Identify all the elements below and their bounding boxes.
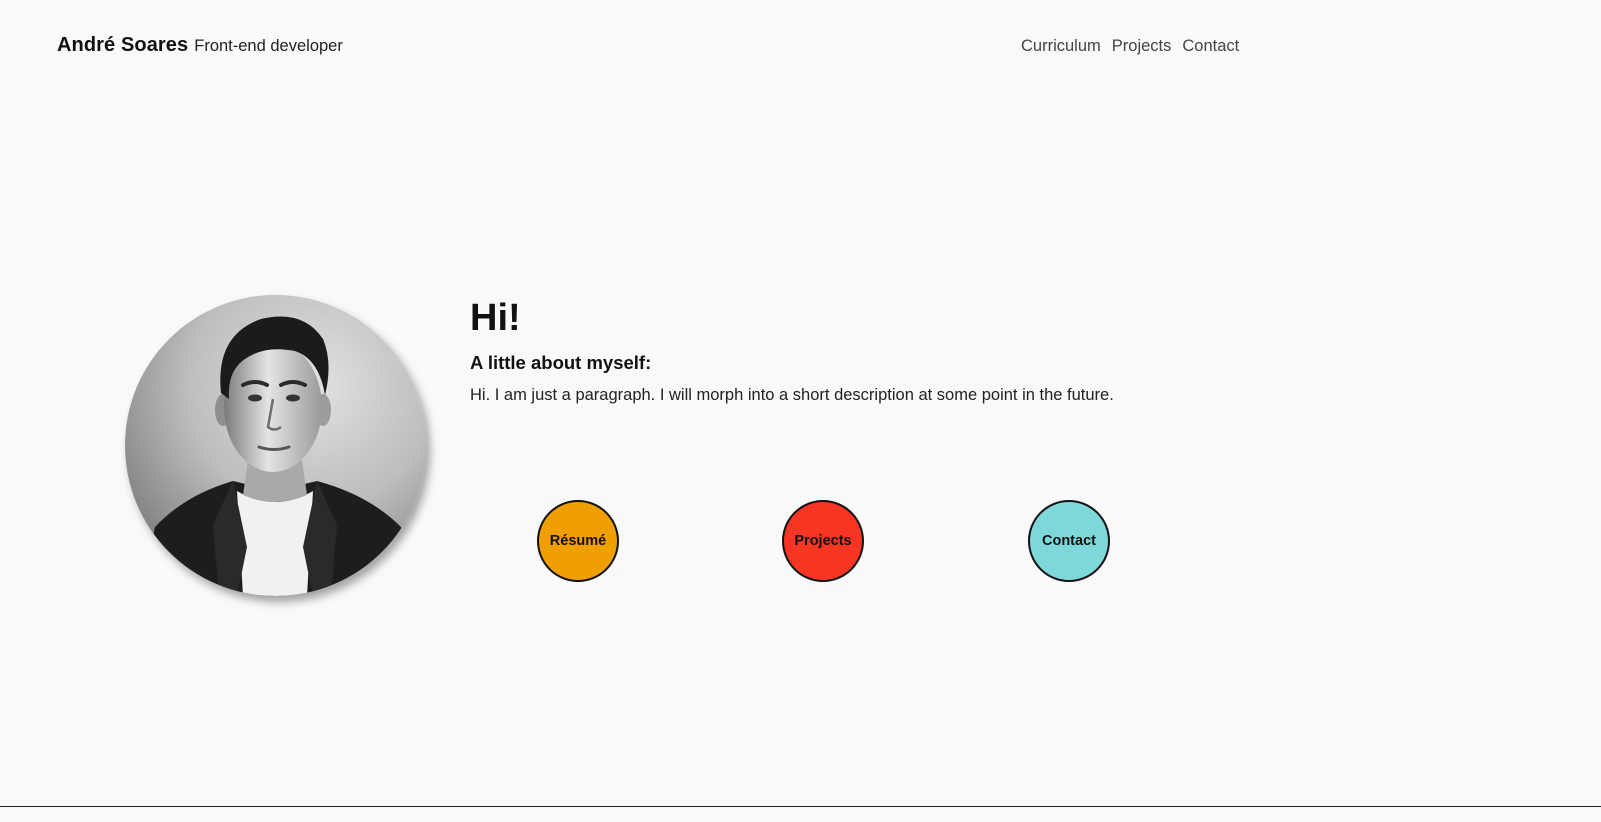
portrait-illustration [125, 295, 426, 596]
brand: André Soares Front-end developer [57, 34, 343, 57]
footer-divider [0, 806, 1601, 807]
nav-link-contact[interactable]: Contact [1182, 37, 1239, 56]
nav-link-projects[interactable]: Projects [1112, 37, 1172, 56]
about-heading: A little about myself: [470, 352, 652, 373]
about-description: Hi. I am just a paragraph. I will morph … [470, 386, 1114, 404]
contact-button[interactable]: Contact [1028, 500, 1110, 582]
top-nav: Curriculum Projects Contact [1021, 37, 1239, 56]
resume-button[interactable]: Résumé [537, 500, 619, 582]
site-header: André Soares Front-end developer Curricu… [0, 0, 1601, 92]
brand-role: Front-end developer [194, 37, 343, 55]
nav-link-curriculum[interactable]: Curriculum [1021, 37, 1101, 56]
profile-photo [125, 295, 426, 596]
brand-name: André Soares [57, 34, 189, 56]
greeting-heading: Hi! [470, 297, 521, 339]
intro-section: Hi! A little about myself: Hi. I am just… [470, 296, 1114, 405]
projects-button[interactable]: Projects [782, 500, 864, 582]
